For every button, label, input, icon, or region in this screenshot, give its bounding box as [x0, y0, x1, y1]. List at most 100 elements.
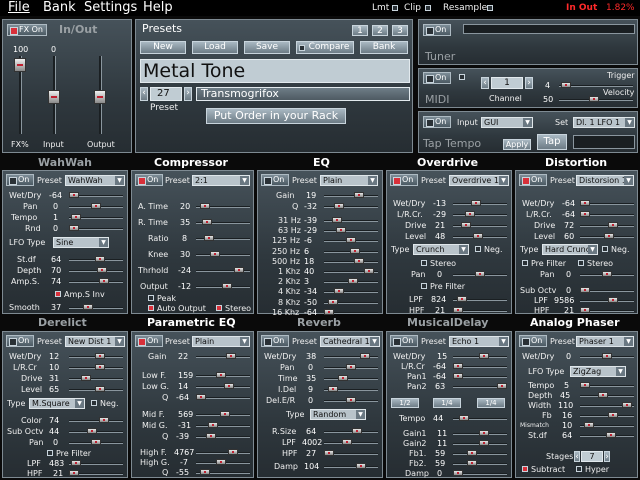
rev-pan-slider[interactable]: [324, 364, 378, 370]
md-on-button[interactable]: On: [390, 335, 418, 347]
ap-stages-field[interactable]: 7: [581, 451, 603, 462]
der-sub-slider[interactable]: [69, 428, 123, 434]
bank-3-button[interactable]: 3: [392, 25, 408, 36]
dist-lpf-slider[interactable]: [580, 297, 634, 303]
der-hpf-knob[interactable]: [69, 470, 79, 476]
dist-neg-checkbox[interactable]: [602, 246, 608, 252]
rev-type-select[interactable]: Random: [310, 409, 366, 420]
der-lpf-slider[interactable]: [69, 460, 123, 466]
eq-band-slider[interactable]: [324, 308, 378, 315]
der-type-select[interactable]: M.Square: [29, 398, 85, 409]
eq-band-knob[interactable]: [336, 227, 346, 234]
eq-band-slider[interactable]: [324, 227, 378, 234]
md-preset-select[interactable]: Echo 1: [449, 336, 509, 347]
comp-auto-checkbox[interactable]: [148, 305, 154, 311]
comp-knee-slider[interactable]: [196, 251, 250, 257]
md-pan2-knob[interactable]: [497, 383, 507, 389]
peq-highg-knob[interactable]: [216, 459, 226, 465]
peq-lowg-slider[interactable]: [196, 383, 250, 389]
rev-wetdry-slider[interactable]: [324, 353, 378, 359]
ap-preset-select[interactable]: Phaser 1: [576, 336, 634, 347]
od-lpf-knob[interactable]: [457, 296, 467, 302]
wahwah-depth-knob[interactable]: [97, 267, 107, 273]
od-prefilter-checkbox[interactable]: [421, 283, 427, 289]
trigger-slider[interactable]: [559, 82, 633, 88]
preset-decrement[interactable]: ‹: [140, 87, 148, 101]
rev-time-slider[interactable]: [324, 375, 378, 381]
rev-wetdry-knob[interactable]: [360, 353, 370, 359]
der-wetdry-knob[interactable]: [95, 353, 105, 359]
peq-highf-knob[interactable]: [228, 449, 238, 455]
eq-band-slider[interactable]: [324, 247, 378, 254]
ap-depth-slider[interactable]: [580, 392, 634, 398]
rev-idel-knob[interactable]: [328, 386, 338, 392]
output-slider[interactable]: [94, 56, 106, 134]
od-drive-slider[interactable]: [453, 222, 507, 228]
ap-wetdry-knob[interactable]: [602, 353, 612, 359]
comp-knee-knob[interactable]: [210, 251, 220, 257]
eq-band-knob[interactable]: [348, 278, 358, 285]
md-gain2-knob[interactable]: [479, 440, 489, 446]
peq-gain-knob[interactable]: [226, 353, 236, 359]
wahwah-tempo-slider[interactable]: [69, 214, 123, 220]
load-button[interactable]: Load: [192, 41, 238, 54]
tap-button[interactable]: Tap: [537, 134, 567, 150]
peq-q1-slider[interactable]: [196, 394, 250, 400]
od-level-knob[interactable]: [473, 233, 483, 239]
dist-sub-slider[interactable]: [580, 287, 634, 293]
wahwah-on-button[interactable]: On: [6, 174, 34, 186]
eq-q-knob[interactable]: [334, 203, 344, 209]
od-lrcr-knob[interactable]: [465, 211, 475, 217]
ap-mismatch-knob[interactable]: [584, 422, 594, 428]
der-pan-knob[interactable]: [91, 439, 101, 445]
comp-stereo-checkbox[interactable]: [216, 305, 222, 311]
fx-slider[interactable]: [14, 56, 26, 134]
dist-wetdry-knob[interactable]: [580, 200, 590, 206]
md-tempo-knob[interactable]: [459, 415, 469, 421]
eq-on-button[interactable]: On: [261, 174, 289, 186]
comp-threshold-knob[interactable]: [234, 267, 244, 273]
compare-checkbox[interactable]: [299, 45, 305, 51]
tuner-on-button[interactable]: On: [423, 24, 451, 36]
eq-band-knob[interactable]: [346, 237, 356, 244]
wahwah-rnd-knob[interactable]: [69, 225, 79, 231]
eq-q-slider[interactable]: [324, 203, 378, 209]
eq-band-slider[interactable]: [324, 268, 378, 274]
rev-rsize-knob[interactable]: [352, 428, 362, 434]
ap-stdf-knob[interactable]: [606, 432, 616, 438]
md-wetdry-knob[interactable]: [479, 353, 489, 359]
eq-band-slider[interactable]: [324, 217, 378, 223]
comp-ratio-slider[interactable]: [196, 235, 250, 241]
tap-input-select[interactable]: GUI: [481, 117, 533, 128]
ap-fb-knob[interactable]: [608, 412, 618, 418]
new-button[interactable]: New: [140, 41, 186, 54]
peq-q3-knob[interactable]: [200, 469, 210, 475]
distortion-on-button[interactable]: On: [519, 174, 547, 186]
ap-stdf-slider[interactable]: [580, 432, 634, 438]
md-gain2-slider[interactable]: [453, 440, 507, 446]
overdrive-preset-select[interactable]: Overdrive 1: [449, 175, 509, 186]
ap-tempo-slider[interactable]: [580, 382, 634, 388]
comp-rtime-slider[interactable]: [196, 219, 250, 225]
peq-highg-slider[interactable]: [196, 459, 250, 465]
rev-lpf-knob[interactable]: [342, 439, 352, 445]
dist-stereo-checkbox[interactable]: [578, 260, 584, 266]
eq-band-knob[interactable]: [332, 217, 342, 223]
eq-band-slider[interactable]: [324, 298, 378, 305]
der-drive-slider[interactable]: [69, 375, 123, 381]
compare-button[interactable]: Compare: [296, 41, 354, 54]
ap-depth-knob[interactable]: [598, 392, 608, 398]
comp-ratio-knob[interactable]: [204, 235, 214, 241]
od-level-slider[interactable]: [453, 233, 507, 239]
rev-damp-knob[interactable]: [356, 463, 366, 469]
rev-idel-slider[interactable]: [324, 386, 378, 392]
wahwah-amps-slider[interactable]: [69, 278, 123, 284]
comp-peak-checkbox[interactable]: [148, 295, 154, 301]
wahwah-stdf-knob[interactable]: [95, 256, 105, 262]
peq-q2-knob[interactable]: [206, 433, 216, 439]
tap-apply-button[interactable]: Apply: [503, 139, 531, 150]
ap-width-slider[interactable]: [580, 402, 634, 408]
dist-level-knob[interactable]: [604, 233, 614, 239]
menu-bank[interactable]: Bank: [43, 0, 76, 16]
peq-lowf-slider[interactable]: [196, 372, 250, 378]
